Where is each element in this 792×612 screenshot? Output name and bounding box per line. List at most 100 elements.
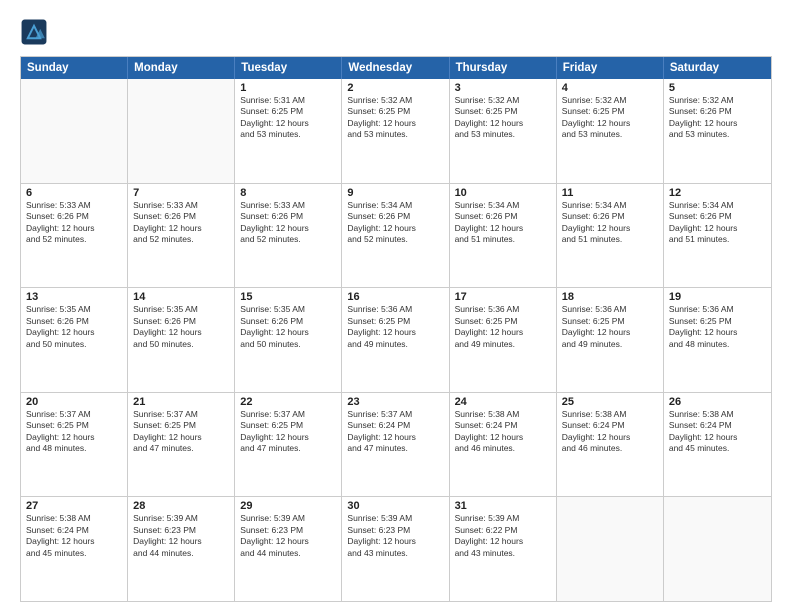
- day-number: 13: [26, 291, 122, 303]
- day-number: 9: [347, 187, 443, 199]
- day-number: 27: [26, 500, 122, 512]
- day-number: 19: [669, 291, 766, 303]
- calendar-body: 1Sunrise: 5:31 AM Sunset: 6:25 PM Daylig…: [21, 79, 771, 601]
- calendar-empty-cell: [21, 79, 128, 183]
- day-info: Sunrise: 5:32 AM Sunset: 6:25 PM Dayligh…: [562, 95, 658, 141]
- calendar-day-8: 8Sunrise: 5:33 AM Sunset: 6:26 PM Daylig…: [235, 184, 342, 288]
- day-info: Sunrise: 5:36 AM Sunset: 6:25 PM Dayligh…: [347, 304, 443, 350]
- calendar-day-10: 10Sunrise: 5:34 AM Sunset: 6:26 PM Dayli…: [450, 184, 557, 288]
- day-info: Sunrise: 5:37 AM Sunset: 6:24 PM Dayligh…: [347, 409, 443, 455]
- day-info: Sunrise: 5:38 AM Sunset: 6:24 PM Dayligh…: [455, 409, 551, 455]
- day-info: Sunrise: 5:33 AM Sunset: 6:26 PM Dayligh…: [240, 200, 336, 246]
- calendar-day-30: 30Sunrise: 5:39 AM Sunset: 6:23 PM Dayli…: [342, 497, 449, 601]
- header-day-friday: Friday: [557, 57, 664, 79]
- day-info: Sunrise: 5:37 AM Sunset: 6:25 PM Dayligh…: [26, 409, 122, 455]
- day-number: 16: [347, 291, 443, 303]
- day-info: Sunrise: 5:35 AM Sunset: 6:26 PM Dayligh…: [133, 304, 229, 350]
- header-day-tuesday: Tuesday: [235, 57, 342, 79]
- calendar-row-2: 6Sunrise: 5:33 AM Sunset: 6:26 PM Daylig…: [21, 184, 771, 289]
- logo-icon: [20, 18, 48, 46]
- day-info: Sunrise: 5:34 AM Sunset: 6:26 PM Dayligh…: [669, 200, 766, 246]
- day-info: Sunrise: 5:36 AM Sunset: 6:25 PM Dayligh…: [562, 304, 658, 350]
- day-info: Sunrise: 5:37 AM Sunset: 6:25 PM Dayligh…: [133, 409, 229, 455]
- day-info: Sunrise: 5:36 AM Sunset: 6:25 PM Dayligh…: [669, 304, 766, 350]
- calendar-day-5: 5Sunrise: 5:32 AM Sunset: 6:26 PM Daylig…: [664, 79, 771, 183]
- day-number: 23: [347, 396, 443, 408]
- calendar-day-25: 25Sunrise: 5:38 AM Sunset: 6:24 PM Dayli…: [557, 393, 664, 497]
- calendar-empty-cell: [664, 497, 771, 601]
- day-info: Sunrise: 5:32 AM Sunset: 6:25 PM Dayligh…: [347, 95, 443, 141]
- day-info: Sunrise: 5:35 AM Sunset: 6:26 PM Dayligh…: [26, 304, 122, 350]
- header-day-saturday: Saturday: [664, 57, 771, 79]
- calendar-day-23: 23Sunrise: 5:37 AM Sunset: 6:24 PM Dayli…: [342, 393, 449, 497]
- day-number: 3: [455, 82, 551, 94]
- header-day-thursday: Thursday: [450, 57, 557, 79]
- header-day-sunday: Sunday: [21, 57, 128, 79]
- calendar-day-13: 13Sunrise: 5:35 AM Sunset: 6:26 PM Dayli…: [21, 288, 128, 392]
- day-number: 25: [562, 396, 658, 408]
- calendar-row-1: 1Sunrise: 5:31 AM Sunset: 6:25 PM Daylig…: [21, 79, 771, 184]
- calendar-empty-cell: [557, 497, 664, 601]
- day-info: Sunrise: 5:33 AM Sunset: 6:26 PM Dayligh…: [26, 200, 122, 246]
- day-number: 28: [133, 500, 229, 512]
- calendar-day-26: 26Sunrise: 5:38 AM Sunset: 6:24 PM Dayli…: [664, 393, 771, 497]
- day-info: Sunrise: 5:32 AM Sunset: 6:25 PM Dayligh…: [455, 95, 551, 141]
- day-number: 30: [347, 500, 443, 512]
- calendar-day-18: 18Sunrise: 5:36 AM Sunset: 6:25 PM Dayli…: [557, 288, 664, 392]
- day-info: Sunrise: 5:34 AM Sunset: 6:26 PM Dayligh…: [347, 200, 443, 246]
- day-info: Sunrise: 5:38 AM Sunset: 6:24 PM Dayligh…: [669, 409, 766, 455]
- day-number: 31: [455, 500, 551, 512]
- day-info: Sunrise: 5:39 AM Sunset: 6:23 PM Dayligh…: [133, 513, 229, 559]
- day-number: 2: [347, 82, 443, 94]
- day-number: 1: [240, 82, 336, 94]
- day-number: 18: [562, 291, 658, 303]
- calendar-day-28: 28Sunrise: 5:39 AM Sunset: 6:23 PM Dayli…: [128, 497, 235, 601]
- calendar-row-4: 20Sunrise: 5:37 AM Sunset: 6:25 PM Dayli…: [21, 393, 771, 498]
- day-number: 29: [240, 500, 336, 512]
- header-day-monday: Monday: [128, 57, 235, 79]
- calendar-day-1: 1Sunrise: 5:31 AM Sunset: 6:25 PM Daylig…: [235, 79, 342, 183]
- calendar-day-7: 7Sunrise: 5:33 AM Sunset: 6:26 PM Daylig…: [128, 184, 235, 288]
- calendar-day-6: 6Sunrise: 5:33 AM Sunset: 6:26 PM Daylig…: [21, 184, 128, 288]
- calendar-day-3: 3Sunrise: 5:32 AM Sunset: 6:25 PM Daylig…: [450, 79, 557, 183]
- day-number: 7: [133, 187, 229, 199]
- day-number: 15: [240, 291, 336, 303]
- day-info: Sunrise: 5:37 AM Sunset: 6:25 PM Dayligh…: [240, 409, 336, 455]
- day-number: 4: [562, 82, 658, 94]
- calendar-day-11: 11Sunrise: 5:34 AM Sunset: 6:26 PM Dayli…: [557, 184, 664, 288]
- calendar-day-31: 31Sunrise: 5:39 AM Sunset: 6:22 PM Dayli…: [450, 497, 557, 601]
- day-number: 10: [455, 187, 551, 199]
- day-info: Sunrise: 5:34 AM Sunset: 6:26 PM Dayligh…: [455, 200, 551, 246]
- calendar-day-14: 14Sunrise: 5:35 AM Sunset: 6:26 PM Dayli…: [128, 288, 235, 392]
- day-number: 17: [455, 291, 551, 303]
- calendar-day-9: 9Sunrise: 5:34 AM Sunset: 6:26 PM Daylig…: [342, 184, 449, 288]
- day-info: Sunrise: 5:38 AM Sunset: 6:24 PM Dayligh…: [562, 409, 658, 455]
- calendar-day-20: 20Sunrise: 5:37 AM Sunset: 6:25 PM Dayli…: [21, 393, 128, 497]
- day-info: Sunrise: 5:38 AM Sunset: 6:24 PM Dayligh…: [26, 513, 122, 559]
- day-info: Sunrise: 5:39 AM Sunset: 6:22 PM Dayligh…: [455, 513, 551, 559]
- day-info: Sunrise: 5:39 AM Sunset: 6:23 PM Dayligh…: [240, 513, 336, 559]
- header-day-wednesday: Wednesday: [342, 57, 449, 79]
- calendar-day-2: 2Sunrise: 5:32 AM Sunset: 6:25 PM Daylig…: [342, 79, 449, 183]
- day-number: 12: [669, 187, 766, 199]
- calendar-day-4: 4Sunrise: 5:32 AM Sunset: 6:25 PM Daylig…: [557, 79, 664, 183]
- day-number: 6: [26, 187, 122, 199]
- day-info: Sunrise: 5:33 AM Sunset: 6:26 PM Dayligh…: [133, 200, 229, 246]
- calendar-day-22: 22Sunrise: 5:37 AM Sunset: 6:25 PM Dayli…: [235, 393, 342, 497]
- calendar: SundayMondayTuesdayWednesdayThursdayFrid…: [20, 56, 772, 602]
- calendar-day-19: 19Sunrise: 5:36 AM Sunset: 6:25 PM Dayli…: [664, 288, 771, 392]
- page-header: [20, 18, 772, 46]
- day-number: 20: [26, 396, 122, 408]
- calendar-day-21: 21Sunrise: 5:37 AM Sunset: 6:25 PM Dayli…: [128, 393, 235, 497]
- day-number: 26: [669, 396, 766, 408]
- day-info: Sunrise: 5:39 AM Sunset: 6:23 PM Dayligh…: [347, 513, 443, 559]
- day-info: Sunrise: 5:31 AM Sunset: 6:25 PM Dayligh…: [240, 95, 336, 141]
- day-info: Sunrise: 5:32 AM Sunset: 6:26 PM Dayligh…: [669, 95, 766, 141]
- day-info: Sunrise: 5:36 AM Sunset: 6:25 PM Dayligh…: [455, 304, 551, 350]
- day-number: 22: [240, 396, 336, 408]
- logo: [20, 18, 52, 46]
- day-number: 21: [133, 396, 229, 408]
- day-number: 24: [455, 396, 551, 408]
- calendar-day-27: 27Sunrise: 5:38 AM Sunset: 6:24 PM Dayli…: [21, 497, 128, 601]
- calendar-day-12: 12Sunrise: 5:34 AM Sunset: 6:26 PM Dayli…: [664, 184, 771, 288]
